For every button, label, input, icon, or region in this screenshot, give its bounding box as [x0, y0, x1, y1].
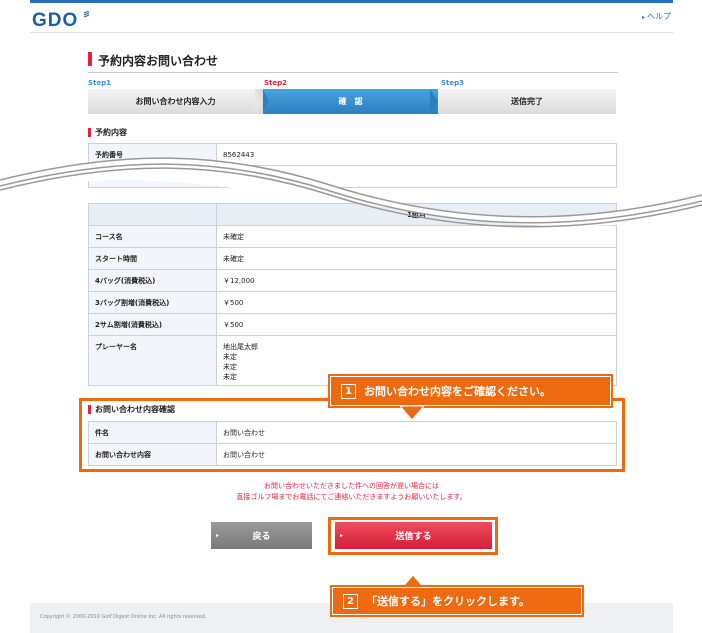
page-title: 予約内容お問い合わせ	[98, 54, 219, 68]
step3-label: Step3	[441, 79, 465, 87]
back-button-label: 戻る	[252, 532, 271, 542]
help-link[interactable]: ▸ ヘルプ	[642, 11, 671, 22]
callout-text: お問い合わせ内容をご確認ください。	[364, 385, 551, 398]
help-label: ヘルプ	[647, 12, 672, 21]
step-confirm-label: 確 認	[338, 97, 363, 106]
step-complete-label: 送信完了	[511, 97, 543, 106]
two-some-label: 2サム割増(消費税込)	[88, 313, 217, 336]
three-bag-label: 3バッグ割増(消費税込)	[88, 291, 217, 314]
back-button[interactable]: ▸ 戻る	[211, 522, 312, 549]
start-time-label: スタート時間	[88, 247, 217, 270]
step-input: お問い合わせ内容入力	[88, 89, 263, 114]
gdo-logo[interactable]: GDO	[32, 10, 78, 32]
header-divider	[30, 32, 673, 33]
table-row: 3バッグ割増(消費税込) ￥500	[88, 291, 617, 314]
title-divider	[88, 72, 618, 73]
copyright: Copyright © 2000-2010 Golf Digest Online…	[40, 614, 207, 620]
section-marker	[88, 128, 91, 137]
table-row: 2サム割増(消費税込) ￥500	[88, 313, 617, 336]
callout-number: 1	[341, 383, 356, 399]
step-input-label: お問い合わせ内容入力	[135, 97, 216, 106]
step-arrow-icon	[430, 89, 438, 114]
arrow-right-icon: ▸	[216, 532, 220, 539]
notice-line: 直接ゴルフ場までお電話にてご連絡いただきますようお願いいたします。	[236, 493, 467, 501]
send-button[interactable]: ▸ 送信する	[335, 522, 492, 549]
inquiry-highlight	[79, 398, 625, 472]
step-confirm: 確 認	[263, 89, 438, 114]
logo-mark-icon	[83, 11, 90, 18]
player-name: 未定	[223, 353, 237, 361]
reservation-heading: 予約内容	[95, 128, 127, 137]
player-name: 地出尾太郎	[223, 343, 258, 351]
start-time-value: 未確定	[216, 247, 617, 270]
notice-line: お問い合わせいただきました件への回答が遅い場合には	[264, 482, 439, 490]
four-bag-label: 4バッグ(消費税込)	[88, 269, 217, 292]
table-row: 4バッグ(消費税込) ￥12,000	[88, 269, 617, 292]
step-complete: 送信完了	[438, 89, 616, 114]
player-name-label: プレーヤー名	[88, 335, 217, 386]
two-some-value: ￥500	[216, 313, 617, 336]
arrow-right-icon: ▸	[340, 532, 344, 539]
callout-pointer-icon	[400, 406, 424, 421]
arrow-right-icon: ▸	[642, 14, 646, 21]
step1-label: Step1	[88, 79, 112, 87]
title-marker	[88, 52, 92, 66]
callout-text: 「送信する」をクリックします。	[366, 595, 530, 608]
callout-confirm: 1 お問い合わせ内容をご確認ください。	[330, 376, 611, 406]
four-bag-value: ￥12,000	[216, 269, 617, 292]
send-button-label: 送信する	[395, 532, 432, 542]
step-arrow-icon	[255, 89, 269, 114]
player-name: 未定	[223, 363, 237, 371]
notice-text: お問い合わせいただきました件への回答が遅い場合には 直接ゴルフ場までお電話にてご…	[100, 481, 603, 503]
page: GDO ▸ ヘルプ 予約内容お問い合わせ Step1 Step2 Step3 お問…	[0, 0, 702, 633]
step2-label: Step2	[264, 79, 288, 87]
page-cut-wave	[0, 157, 702, 228]
callout-number: 2	[343, 593, 358, 609]
top-accent-line	[30, 0, 673, 3]
three-bag-value: ￥500	[216, 291, 617, 314]
callout-send: 2 「送信する」をクリックします。	[332, 587, 582, 615]
table-row: スタート時間 未確定	[88, 247, 617, 270]
